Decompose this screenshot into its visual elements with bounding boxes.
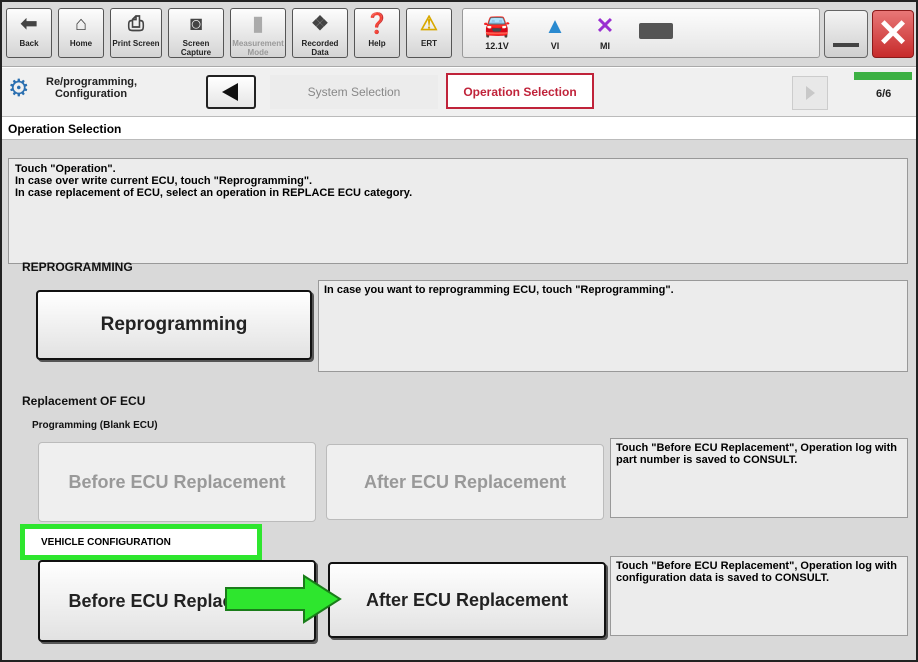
progress-fill bbox=[854, 72, 912, 80]
ert-button[interactable]: ⚠ ERT bbox=[406, 8, 452, 58]
progress-bar bbox=[854, 72, 912, 80]
back-arrow-icon: ⬅ bbox=[20, 13, 38, 35]
crumb-operation-selection[interactable]: Operation Selection bbox=[446, 73, 594, 109]
close-button[interactable]: ✕ bbox=[872, 10, 914, 58]
instruction-line: Touch "Operation". bbox=[15, 163, 116, 175]
warning-icon: ⚠ bbox=[420, 13, 438, 35]
reprogramming-icon: ⚙ bbox=[8, 75, 30, 102]
signal-icon: ▲ bbox=[544, 13, 566, 38]
battery-status: 🚘 12.1V bbox=[469, 11, 525, 51]
module-label: Re/programming, Configuration bbox=[46, 76, 138, 100]
printer-icon: ⎙ bbox=[128, 13, 144, 35]
blank-ecu-subsection-label: Programming (Blank ECU) bbox=[32, 420, 158, 431]
home-icon: ⌂ bbox=[74, 13, 88, 35]
replacement-section-label: Replacement OF ECU bbox=[22, 394, 146, 408]
reprogramming-section-label: REPROGRAMMING bbox=[22, 260, 133, 274]
crumb-system-selection[interactable]: System Selection bbox=[270, 75, 438, 109]
status-panel: 🚘 12.1V ▲ VI ✕ MI bbox=[462, 8, 820, 58]
vehicle-configuration-description: Touch "Before ECU Replacement", Operatio… bbox=[610, 556, 908, 636]
help-icon: ❓ bbox=[364, 13, 390, 35]
vehicle-configuration-highlight: VEHICLE CONFIGURATION bbox=[20, 524, 262, 560]
back-button[interactable]: ⬅ Back bbox=[6, 8, 52, 58]
blank-ecu-description: Touch "Before ECU Replacement", Operatio… bbox=[610, 438, 908, 518]
camera-icon: ◙ bbox=[189, 13, 203, 35]
toolbar: ⬅ Back ⌂ Home ⎙ Print Screen ◙ Screen Ca… bbox=[2, 2, 916, 67]
battery-indicator bbox=[639, 23, 679, 39]
minimize-button[interactable] bbox=[824, 10, 868, 58]
help-button[interactable]: ❓ Help bbox=[354, 8, 400, 58]
home-button[interactable]: ⌂ Home bbox=[58, 8, 104, 58]
vehicle-configuration-subsection-label: VEHICLE CONFIGURATION bbox=[41, 537, 171, 548]
meter-icon: ▮ bbox=[252, 13, 264, 35]
instructions-box: Touch "Operation". In case over write cu… bbox=[8, 158, 908, 264]
breadcrumb: ⚙ Re/programming, Configuration System S… bbox=[2, 68, 916, 117]
previous-step-button[interactable] bbox=[206, 75, 256, 109]
title-bar: Operation Selection bbox=[2, 119, 916, 140]
next-step-button[interactable] bbox=[792, 76, 828, 110]
mi-status: ✕ MI bbox=[583, 11, 627, 51]
car-icon: 🚘 bbox=[483, 13, 511, 38]
recorded-data-button[interactable]: ❖ Recorded Data bbox=[292, 8, 348, 58]
blank-before-ecu-replacement-button[interactable]: Before ECU Replacement bbox=[38, 442, 316, 522]
reprogramming-button[interactable]: Reprogramming bbox=[36, 290, 312, 360]
vi-status: ▲ VI bbox=[533, 11, 577, 51]
print-screen-button[interactable]: ⎙ Print Screen bbox=[110, 8, 162, 58]
step-counter: 6/6 bbox=[876, 88, 892, 100]
measurement-mode-button[interactable]: ▮ Measurement Mode bbox=[230, 8, 286, 58]
config-after-ecu-replacement-button[interactable]: After ECU Replacement bbox=[328, 562, 606, 638]
battery-icon bbox=[639, 23, 673, 39]
instruction-line: In case over write current ECU, touch "R… bbox=[15, 175, 313, 187]
blank-after-ecu-replacement-button[interactable]: After ECU Replacement bbox=[326, 444, 604, 520]
disconnected-x-icon: ✕ bbox=[595, 13, 615, 38]
green-arrow-icon bbox=[225, 574, 342, 624]
instruction-line: In case replacement of ECU, select an op… bbox=[15, 187, 413, 199]
screen-capture-button[interactable]: ◙ Screen Capture bbox=[168, 8, 224, 58]
page-title: Operation Selection bbox=[8, 122, 122, 136]
recorded-data-icon: ❖ bbox=[311, 13, 329, 35]
app-window: ⬅ Back ⌂ Home ⎙ Print Screen ◙ Screen Ca… bbox=[0, 0, 918, 662]
close-icon: ✕ bbox=[877, 13, 909, 55]
reprogramming-description: In case you want to reprogramming ECU, t… bbox=[318, 280, 908, 372]
